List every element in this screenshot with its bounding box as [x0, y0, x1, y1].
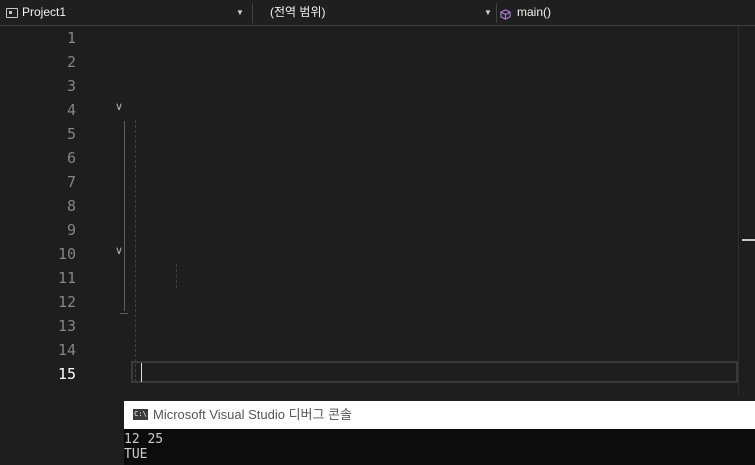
line-number: 12 — [57, 293, 76, 311]
navigation-bar: Project1 ▼ (전역 범위) ▼ main() — [0, 0, 755, 26]
debug-console-window[interactable]: C:\ Microsoft Visual Studio 디버그 콘솔 12 25… — [124, 401, 755, 465]
scrollbar-position-marker — [742, 239, 755, 241]
line-number: 1 — [66, 29, 76, 47]
line-number: 13 — [57, 317, 76, 335]
console-title-bar[interactable]: C:\ Microsoft Visual Studio 디버그 콘솔 — [124, 401, 755, 429]
code-editor[interactable]: 123456789101112131415 ∨ ∨ #include <iost… — [0, 26, 755, 396]
chevron-down-icon: ▼ — [236, 8, 244, 17]
chevron-down-icon: ▼ — [484, 8, 492, 17]
project-icon — [6, 8, 18, 18]
current-line-highlight — [131, 361, 738, 383]
line-number: 10 — [57, 245, 76, 263]
scope-dropdown[interactable]: (전역 범위) ▼ — [255, 3, 495, 22]
line-number: 4 — [66, 101, 76, 119]
scope-label: (전역 범위) — [270, 5, 326, 19]
block-guide — [124, 121, 125, 311]
block-guide-end — [120, 313, 128, 314]
member-label: main() — [517, 5, 552, 19]
collapse-icon[interactable]: ∨ — [115, 100, 123, 113]
line-number: 15 — [57, 365, 76, 383]
text-cursor — [141, 363, 142, 382]
collapse-icon[interactable]: ∨ — [115, 244, 123, 257]
line-number: 14 — [57, 341, 76, 359]
line-number: 11 — [57, 269, 76, 287]
indent-guide — [176, 264, 177, 288]
member-dropdown[interactable]: main() — [497, 3, 755, 22]
console-output-line: 12 25 — [124, 432, 164, 447]
line-number: 8 — [66, 197, 76, 215]
project-label: Project1 — [22, 5, 67, 19]
vertical-scrollbar[interactable] — [738, 26, 755, 396]
project-dropdown[interactable]: Project1 ▼ — [0, 3, 248, 22]
divider — [252, 3, 253, 23]
line-number: 3 — [66, 77, 76, 95]
console-title: Microsoft Visual Studio 디버그 콘솔 — [153, 407, 353, 422]
console-output-line: TUE — [124, 447, 148, 462]
indent-guide — [135, 120, 136, 382]
line-number: 7 — [66, 173, 76, 191]
line-number: 5 — [66, 125, 76, 143]
line-number: 2 — [66, 53, 76, 71]
method-cube-icon — [500, 9, 511, 20]
console-app-icon: C:\ — [133, 409, 148, 420]
line-number: 6 — [66, 149, 76, 167]
line-number: 9 — [66, 221, 76, 239]
